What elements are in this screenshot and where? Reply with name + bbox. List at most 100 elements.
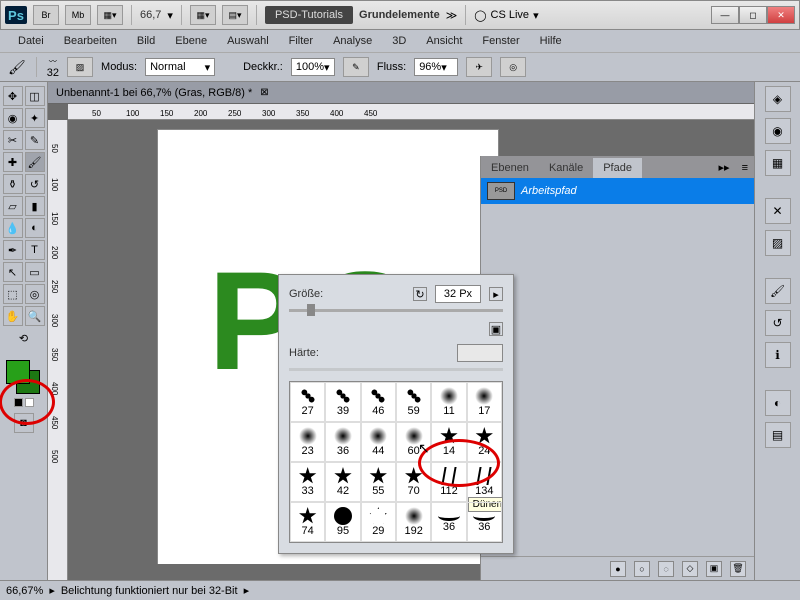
blur-tool[interactable]: 💧	[3, 218, 23, 238]
reset-size-button[interactable]: ↻	[413, 287, 427, 301]
doc-button[interactable]: ▤▾	[222, 5, 248, 25]
menu-datei[interactable]: Datei	[8, 32, 54, 50]
blend-mode-dropdown[interactable]: Normal▾	[145, 58, 215, 76]
color-swatches[interactable]	[6, 356, 42, 394]
brush-preset[interactable]: 23	[290, 422, 325, 462]
maximize-button[interactable]: ◻	[739, 6, 767, 24]
flow-field[interactable]: 96%▾	[414, 58, 458, 76]
hand-tool[interactable]: ✋	[3, 306, 23, 326]
swatches-icon[interactable]: ▦	[765, 150, 791, 176]
brush-preset[interactable]: 36	[431, 502, 466, 542]
pen-tool[interactable]: ✒	[3, 240, 23, 260]
selection-to-path-button[interactable]: ◇	[682, 561, 698, 577]
3d-tool[interactable]: ⬚	[3, 284, 23, 304]
brush-preset[interactable]: 27	[290, 382, 325, 422]
path-item[interactable]: PSD Arbeitspfad	[481, 178, 754, 204]
stamp-tool[interactable]: ⚱	[3, 174, 23, 194]
brush-preset[interactable]: 95	[325, 502, 360, 542]
airbrush-button[interactable]: ✈	[466, 57, 492, 77]
brush-preset[interactable]: 24	[467, 422, 502, 462]
brush-preset[interactable]: 55	[361, 462, 396, 502]
brush-preset[interactable]: 11	[431, 382, 466, 422]
brush-preset[interactable]: 39	[325, 382, 360, 422]
new-preset-button[interactable]: ▣	[489, 322, 503, 336]
styles-icon[interactable]: ▨	[765, 230, 791, 256]
brush-preset[interactable]: 29	[361, 502, 396, 542]
bridge-button[interactable]: Br	[33, 5, 59, 25]
grid-button[interactable]: ▦▾	[190, 5, 216, 25]
tablet-opacity-button[interactable]: ✎	[343, 57, 369, 77]
menu-auswahl[interactable]: Auswahl	[217, 32, 279, 50]
adjustments-icon[interactable]: ✕	[765, 198, 791, 224]
zoom-tool[interactable]: 🔍	[25, 306, 45, 326]
cslive-button[interactable]: ◯ CS Live ▾	[474, 9, 538, 22]
menu-ansicht[interactable]: Ansicht	[416, 32, 472, 50]
brush-preset[interactable]: 46	[361, 382, 396, 422]
brush-preset[interactable]: 112	[431, 462, 466, 502]
type-tool[interactable]: T	[25, 240, 45, 260]
dodge-tool[interactable]: ◐	[25, 218, 45, 238]
tab-ebenen[interactable]: Ebenen	[481, 158, 539, 178]
lasso-tool[interactable]: ◉	[3, 108, 23, 128]
fill-path-button[interactable]: ●	[610, 561, 626, 577]
eraser-tool[interactable]: ▱	[3, 196, 23, 216]
brushes-icon[interactable]: 🖌	[765, 278, 791, 304]
brush-preset[interactable]: 134Dünengras	[467, 462, 502, 502]
workspace-more[interactable]: ≫	[446, 9, 458, 22]
menu-analyse[interactable]: Analyse	[323, 32, 382, 50]
path-to-selection-button[interactable]: ◌	[658, 561, 674, 577]
tab-kanaele[interactable]: Kanäle	[539, 158, 593, 178]
popover-menu-button[interactable]: ▸	[489, 287, 503, 301]
stroke-path-button[interactable]: ○	[634, 561, 650, 577]
opacity-field[interactable]: 100%▾	[291, 58, 335, 76]
menu-filter[interactable]: Filter	[279, 32, 323, 50]
eyedropper-tool[interactable]: ✎	[25, 130, 45, 150]
workspace-pill[interactable]: PSD-Tutorials	[265, 6, 353, 24]
path-select-tool[interactable]: ↖	[3, 262, 23, 282]
menu-bild[interactable]: Bild	[127, 32, 165, 50]
screen-mode-button[interactable]: ▦▾	[97, 5, 123, 25]
brush-preset[interactable]: 36	[467, 502, 502, 542]
brush-preset[interactable]: 192	[396, 502, 431, 542]
new-path-button[interactable]: ▣	[706, 561, 722, 577]
foreground-color[interactable]	[6, 360, 30, 384]
document-tab[interactable]: Unbenannt-1 bei 66,7% (Gras, RGB/8) *⊠	[48, 82, 754, 104]
move-tool[interactable]: ✥	[3, 86, 23, 106]
quickmask-button[interactable]: ◙	[14, 413, 34, 433]
brush-panel-toggle[interactable]: ▨	[67, 57, 93, 77]
brush-preset[interactable]: 14	[431, 422, 466, 462]
wand-tool[interactable]: ✦	[25, 108, 45, 128]
tab-pfade[interactable]: Pfade	[593, 158, 642, 178]
color-icon[interactable]: ◐	[765, 390, 791, 416]
menu-bearbeiten[interactable]: Bearbeiten	[54, 32, 127, 50]
info-icon[interactable]: ℹ	[765, 342, 791, 368]
history-icon[interactable]: ↺	[765, 310, 791, 336]
delete-path-button[interactable]: 🗑	[730, 561, 746, 577]
menu-fenster[interactable]: Fenster	[472, 32, 529, 50]
nav-icon[interactable]: ▤	[765, 422, 791, 448]
menu-hilfe[interactable]: Hilfe	[530, 32, 572, 50]
size-input[interactable]: 32 Px	[435, 285, 481, 303]
channels-icon[interactable]: ◉	[765, 118, 791, 144]
brush-preset[interactable]: 74	[290, 502, 325, 542]
tablet-size-button[interactable]: ◎	[500, 57, 526, 77]
close-button[interactable]: ✕	[767, 6, 795, 24]
brush-preset[interactable]: 36	[325, 422, 360, 462]
menu-ebene[interactable]: Ebene	[165, 32, 217, 50]
marquee-tool[interactable]: ◫	[25, 86, 45, 106]
close-tab-icon[interactable]: ⊠	[260, 87, 268, 98]
brush-tool[interactable]: 🖌	[25, 152, 45, 172]
panel-collapse-icon[interactable]: ▸▸	[713, 157, 736, 178]
crop-tool[interactable]: ✂	[3, 130, 23, 150]
brush-preset[interactable]: 33	[290, 462, 325, 502]
brush-preset[interactable]: 44	[361, 422, 396, 462]
minimize-button[interactable]: —	[711, 6, 739, 24]
swap-colors-icon[interactable]: ⟲	[14, 328, 34, 348]
panel-menu-icon[interactable]: ≡	[736, 158, 754, 178]
menu-3d[interactable]: 3D	[382, 32, 416, 50]
camera-tool[interactable]: ◎	[25, 284, 45, 304]
brush-preset[interactable]: 17	[467, 382, 502, 422]
brush-preset-picker[interactable]: 〰32	[47, 56, 59, 79]
gradient-tool[interactable]: ▮	[25, 196, 45, 216]
shape-tool[interactable]: ▭	[25, 262, 45, 282]
